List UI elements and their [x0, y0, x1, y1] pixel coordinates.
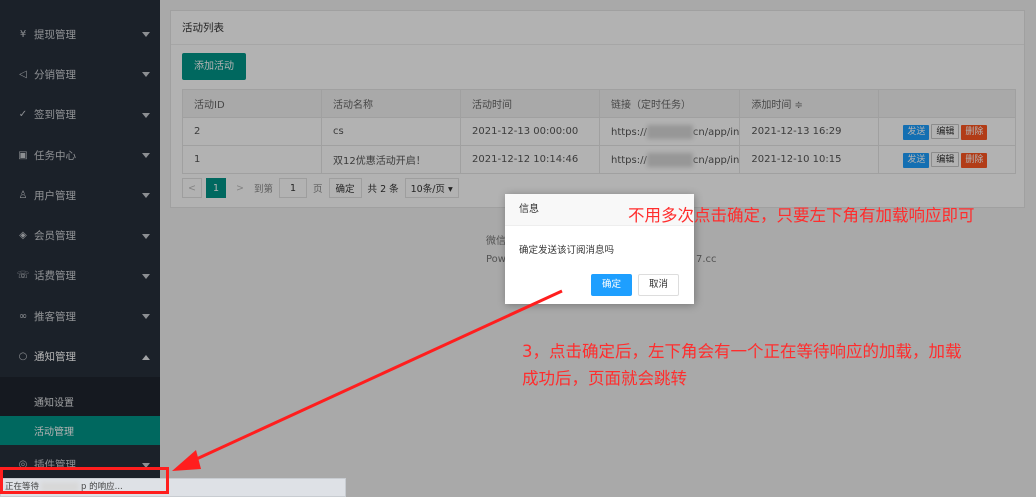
- annotation-arrow: [172, 289, 563, 471]
- arrow-line: [189, 289, 563, 464]
- arrow-head: [172, 450, 201, 471]
